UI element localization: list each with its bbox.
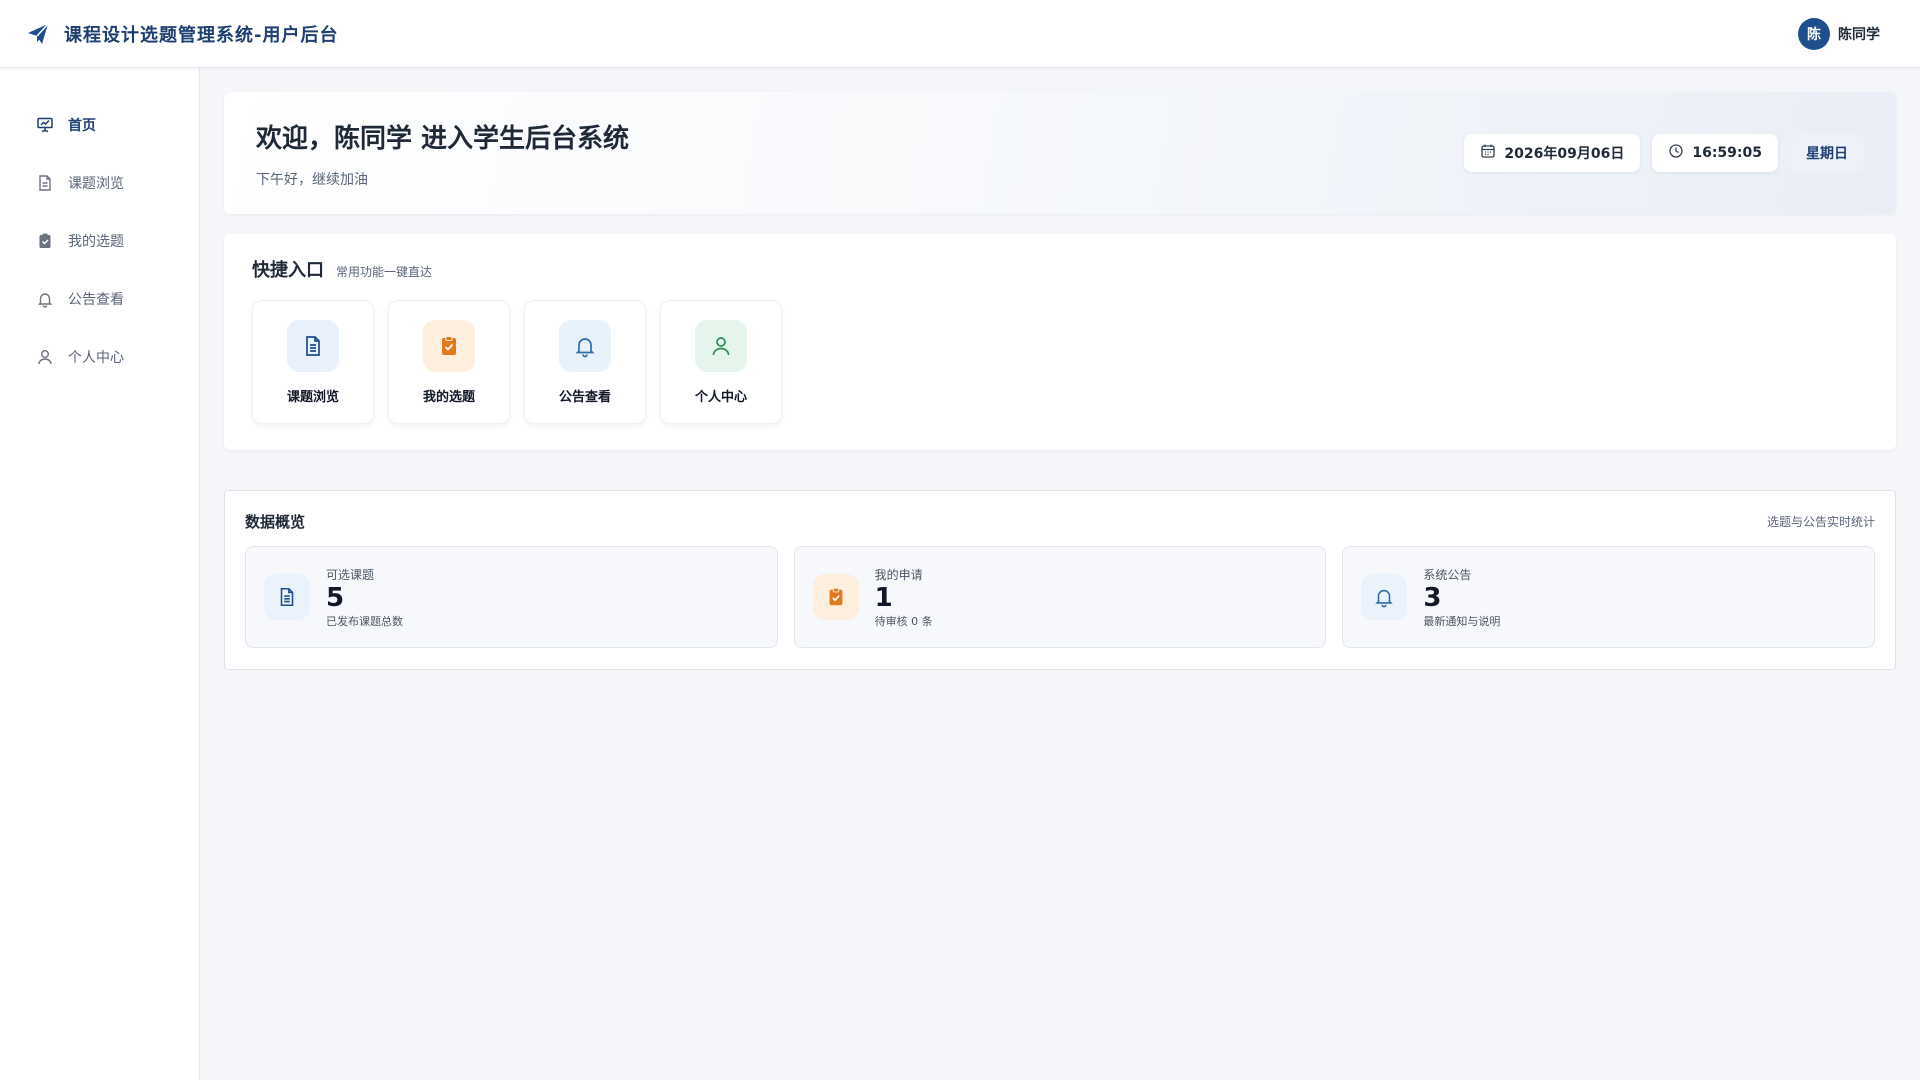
document-icon [264,574,310,620]
quick-access-subtitle: 常用功能一键直达 [336,265,433,279]
sidebar-item-label: 个人中心 [68,350,124,366]
stat-card-system-notices[interactable]: 系统公告 3 最新通知与说明 [1342,546,1876,648]
sidebar-item-profile[interactable]: 个人中心 [0,328,199,386]
sidebar: 首页 课题浏览 我的选题 公告查看 个人中心 [0,68,200,1080]
sidebar-item-label: 首页 [68,118,96,134]
user-icon [36,348,54,366]
stat-label: 我的申请 [874,567,923,582]
paper-plane-icon [26,22,50,46]
presentation-chart-icon [36,116,54,134]
sidebar-item-my-selection[interactable]: 我的选题 [0,212,199,270]
quick-tile-notices[interactable]: 公告查看 [524,300,646,424]
brand[interactable]: 课程设计选题管理系统-用户后台 [26,21,338,47]
sidebar-item-notices[interactable]: 公告查看 [0,270,199,328]
quick-access-title: 快捷入口 [252,260,324,281]
quick-tile-my-selection[interactable]: 我的选题 [388,300,510,424]
sidebar-item-topics[interactable]: 课题浏览 [0,154,199,212]
weekday-text: 星期日 [1806,146,1848,162]
overview-title: 数据概览 [245,513,306,531]
document-icon [36,174,54,192]
quick-tile-label: 公告查看 [558,389,611,405]
app-title: 课程设计选题管理系统-用户后台 [64,24,339,46]
calendar-icon [1480,143,1496,163]
time-text: 16:59:05 [1692,145,1762,161]
sidebar-item-label: 公告查看 [68,292,124,308]
date-text: 2026年09月06日 [1504,146,1625,162]
stat-desc: 最新通知与说明 [1423,614,1501,628]
clipboard-check-icon [423,319,475,372]
data-overview-panel: 数据概览 选题与公告实时统计 可选课题 5 已发布课题总数 我的申请 1 待审核… [224,490,1896,670]
stat-value: 3 [1423,582,1442,613]
stat-card-my-applications[interactable]: 我的申请 1 待审核 0 条 [793,546,1327,648]
stat-desc: 已发布课题总数 [326,614,403,628]
quick-access-panel: 快捷入口 常用功能一键直达 课题浏览 我的选题 公告查看 个人中心 [224,234,1896,450]
quick-tile-topics[interactable]: 课题浏览 [252,300,374,424]
weekday-chip: 星期日 [1790,134,1864,172]
quick-tile-label: 个人中心 [694,389,747,405]
welcome-title: 欢迎，陈同学 进入学生后台系统 [256,123,630,154]
quick-tile-label: 我的选题 [422,389,475,405]
stat-card-available-topics[interactable]: 可选课题 5 已发布课题总数 [245,546,778,648]
quick-tile-label: 课题浏览 [286,389,339,405]
bell-icon [1361,574,1408,620]
clipboard-check-icon [36,232,54,250]
user-name[interactable]: 陈同学 [1838,24,1880,44]
stat-value: 5 [326,582,345,613]
main-content: 欢迎，陈同学 进入学生后台系统 下午好，继续加油 2026年09月06日 16:… [224,92,1896,670]
sidebar-item-label: 我的选题 [68,234,124,250]
time-chip: 16:59:05 [1652,134,1778,172]
bell-icon [559,319,611,372]
user-menu[interactable]: 陈 陈同学 [1798,17,1880,50]
quick-tile-profile[interactable]: 个人中心 [660,300,782,424]
user-icon [695,319,747,372]
datetime-chips: 2026年09月06日 16:59:05 星期日 [1464,134,1864,172]
stat-value: 1 [874,582,893,613]
welcome-banner: 欢迎，陈同学 进入学生后台系统 下午好，继续加油 2026年09月06日 16:… [224,92,1896,214]
top-bar: 课程设计选题管理系统-用户后台 陈 陈同学 [0,0,1920,68]
document-icon [287,319,339,372]
clock-icon [1668,143,1684,163]
welcome-subtitle: 下午好，继续加油 [256,171,368,188]
stat-label: 可选课题 [326,567,375,582]
sidebar-item-label: 课题浏览 [68,176,124,192]
stat-desc: 待审核 0 条 [874,614,933,628]
date-chip: 2026年09月06日 [1464,134,1641,172]
clipboard-check-icon [812,574,859,620]
overview-note: 选题与公告实时统计 [1766,515,1875,529]
avatar[interactable]: 陈 [1798,17,1830,50]
bell-icon [36,290,54,308]
stat-label: 系统公告 [1423,567,1472,582]
sidebar-item-home[interactable]: 首页 [0,96,199,154]
